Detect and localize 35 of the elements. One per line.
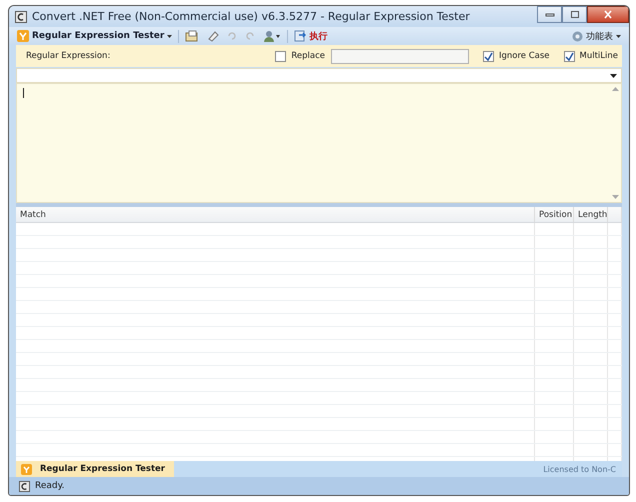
column-header[interactable]: Position — [535, 207, 574, 222]
checkbox-label: Ignore Case — [498, 51, 550, 61]
checkbox[interactable] — [482, 50, 494, 62]
replace-label: Replace — [291, 51, 325, 61]
minimize-icon — [544, 12, 554, 18]
minimize-button[interactable] — [537, 6, 562, 23]
feature-menu-button[interactable]: 功能表 — [570, 30, 623, 42]
tool-icon — [17, 30, 29, 42]
replace-checkbox[interactable] — [275, 50, 286, 62]
app-icon — [15, 10, 27, 22]
dropdown-arrow-icon — [610, 74, 617, 78]
run-icon — [294, 30, 306, 42]
maximize-icon — [570, 10, 580, 19]
tool-icon — [21, 464, 32, 474]
checkbox[interactable] — [564, 50, 574, 62]
column-header[interactable]: Length — [574, 207, 608, 222]
checkbox-label: MultiLine — [580, 51, 618, 61]
status-icon — [19, 480, 30, 492]
scroll-down-icon[interactable] — [612, 195, 619, 199]
status-text: Ready. — [35, 481, 65, 491]
caret-icon — [167, 34, 172, 38]
run-button[interactable]: 执行 — [292, 30, 330, 42]
regex-label: Regular Expression: — [26, 51, 110, 61]
document-tab[interactable]: Regular Expression Tester — [16, 461, 174, 477]
close-icon — [603, 10, 613, 19]
gear-icon — [572, 30, 583, 42]
input-text-area[interactable] — [16, 83, 622, 203]
maximize-button[interactable] — [562, 6, 587, 23]
caret-icon — [616, 34, 621, 38]
tool-menu-button[interactable]: Regular Expression Tester — [15, 30, 174, 42]
window-title: Convert .NET Free (Non-Commercial use) v6.3.5277 - Regular Expression Tester — [32, 10, 471, 23]
license-text: Licensed to Non-C — [543, 464, 617, 474]
scroll-up-icon[interactable] — [612, 87, 619, 91]
column-header[interactable]: Match — [16, 207, 535, 222]
close-button[interactable] — [587, 6, 629, 23]
